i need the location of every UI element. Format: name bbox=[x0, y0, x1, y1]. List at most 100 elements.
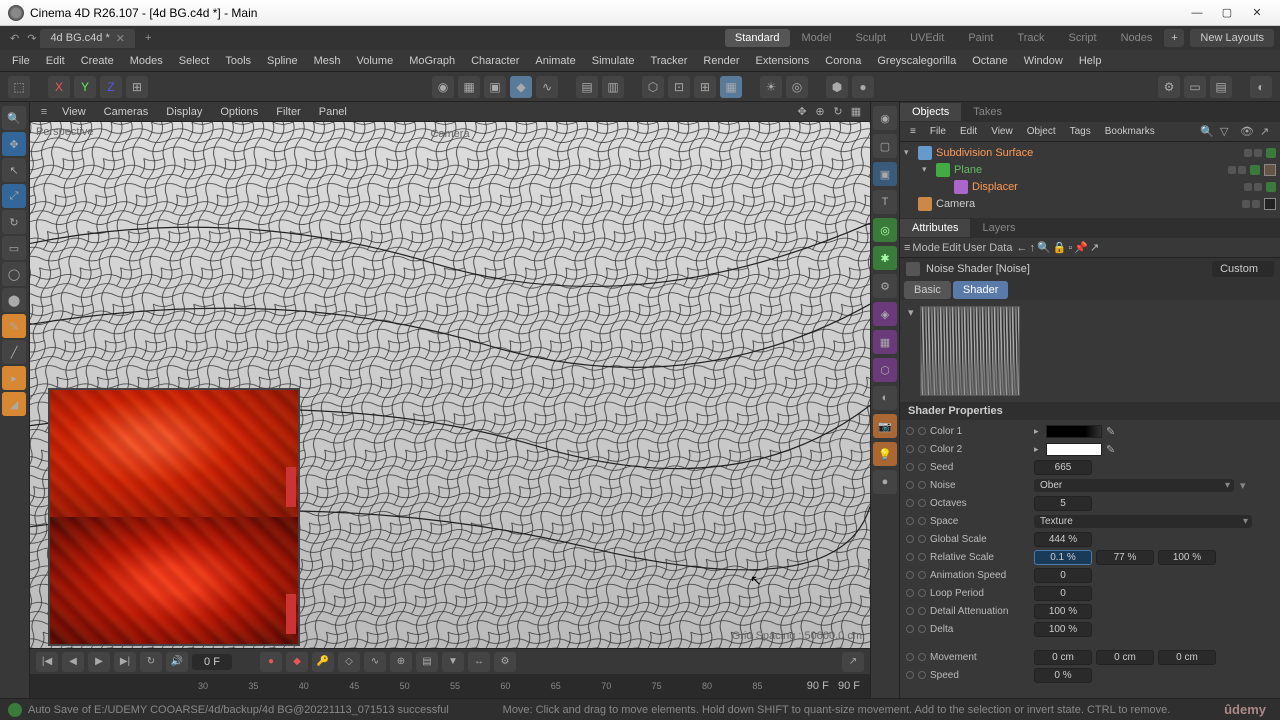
menu-mograph[interactable]: MoGraph bbox=[401, 52, 463, 70]
timeline-loop-icon[interactable]: ↻ bbox=[140, 652, 162, 672]
anim-dot-icon[interactable] bbox=[918, 517, 926, 525]
obj-name[interactable]: Plane bbox=[954, 164, 1224, 176]
search-tool-icon[interactable]: 🔍 bbox=[2, 106, 26, 130]
null-icon[interactable]: ▢ bbox=[873, 134, 897, 158]
camera-tag-icon[interactable] bbox=[1264, 198, 1276, 210]
home-icon[interactable]: ⬚ bbox=[8, 76, 30, 98]
shader-preview-thumbnail[interactable] bbox=[920, 306, 1020, 396]
attr-menu-edit[interactable]: Edit bbox=[942, 242, 961, 254]
render-queue-icon[interactable]: ▤ bbox=[1210, 76, 1232, 98]
global-scale-input[interactable]: 444 % bbox=[1034, 532, 1092, 547]
attr-pin-icon[interactable]: 📌 bbox=[1074, 241, 1088, 254]
layout-script[interactable]: Script bbox=[1056, 32, 1108, 44]
space-dropdown[interactable]: Texture bbox=[1034, 515, 1252, 528]
anim-dot-icon[interactable] bbox=[906, 671, 914, 679]
anim-dot-icon[interactable] bbox=[906, 607, 914, 615]
menu-volume[interactable]: Volume bbox=[349, 52, 402, 70]
coord-system-icon[interactable]: ⊞ bbox=[126, 76, 148, 98]
menu-render[interactable]: Render bbox=[695, 52, 747, 70]
speed-input[interactable]: 0 % bbox=[1034, 668, 1092, 683]
viewport-3d[interactable]: Perspective Camera Grid Spacing : 50000.… bbox=[30, 122, 870, 648]
add-layout-button[interactable]: + bbox=[1164, 29, 1184, 47]
obj-filter-icon[interactable]: ▽ bbox=[1220, 125, 1234, 139]
obj-name[interactable]: Subdivision Surface bbox=[936, 147, 1240, 159]
visibility-check-icon[interactable] bbox=[1266, 182, 1276, 192]
obj-menu-edit[interactable]: Edit bbox=[954, 124, 983, 139]
menu-character[interactable]: Character bbox=[463, 52, 527, 70]
cube-icon[interactable]: ▣ bbox=[484, 76, 506, 98]
anim-dot-icon[interactable] bbox=[906, 625, 914, 633]
detail-input[interactable]: 100 % bbox=[1034, 604, 1092, 619]
timeline-key-icon[interactable]: 🔑 bbox=[312, 652, 334, 672]
camera-tool-icon[interactable]: ◎ bbox=[786, 76, 808, 98]
timeline-prev-icon[interactable]: ◀ bbox=[62, 652, 84, 672]
cloner-icon[interactable]: ⬡ bbox=[873, 358, 897, 382]
obj-menu-tags[interactable]: Tags bbox=[1064, 124, 1097, 139]
deformer-icon[interactable]: ▥ bbox=[602, 76, 624, 98]
render-settings-icon[interactable]: ⚙ bbox=[1158, 76, 1180, 98]
viewport-pan-icon[interactable]: ✥ bbox=[794, 104, 810, 120]
timeline-ruler[interactable]: 30 35 40 45 50 55 60 65 70 75 80 85 90 F… bbox=[30, 674, 870, 698]
attr-lock-icon[interactable]: 🔒 bbox=[1053, 241, 1067, 254]
layout-standard[interactable]: Standard bbox=[725, 29, 790, 47]
primitive-icon[interactable]: ◆ bbox=[510, 76, 532, 98]
deformer-tool-icon[interactable]: ◈ bbox=[873, 302, 897, 326]
subtab-shader[interactable]: Shader bbox=[953, 281, 1008, 299]
generator-tool-icon[interactable]: ▦ bbox=[873, 330, 897, 354]
delta-input[interactable]: 100 % bbox=[1034, 622, 1092, 637]
color2-swatch[interactable] bbox=[1046, 443, 1102, 456]
tab-close-icon[interactable]: ✕ bbox=[116, 32, 125, 45]
timeline-start-icon[interactable]: |◀ bbox=[36, 652, 58, 672]
obj-row-plane[interactable]: ▾ Plane bbox=[904, 161, 1276, 178]
menu-animate[interactable]: Animate bbox=[527, 52, 583, 70]
attr-up-icon[interactable]: ↑ bbox=[1029, 242, 1035, 254]
menu-tracker[interactable]: Tracker bbox=[643, 52, 696, 70]
select-tool-icon[interactable]: ↖ bbox=[2, 158, 26, 182]
anim-dot-icon[interactable] bbox=[918, 427, 926, 435]
material-icon[interactable]: ● bbox=[852, 76, 874, 98]
anim-dot-icon[interactable] bbox=[906, 553, 914, 561]
move-tool-icon[interactable]: ✥ bbox=[2, 132, 26, 156]
attr-hamburger-icon[interactable]: ≡ bbox=[904, 242, 910, 254]
viewport-menu-cameras[interactable]: Cameras bbox=[96, 104, 157, 120]
timeline-motion-icon[interactable]: ⊕ bbox=[390, 652, 412, 672]
field-icon[interactable]: ◎ bbox=[873, 218, 897, 242]
layout-track[interactable]: Track bbox=[1005, 32, 1056, 44]
layout-icon[interactable]: ◐ bbox=[1250, 76, 1272, 98]
menu-greyscalegorilla[interactable]: Greyscalegorilla bbox=[869, 52, 964, 70]
anim-dot-icon[interactable] bbox=[906, 499, 914, 507]
cube-primitive-icon[interactable]: ▣ bbox=[873, 162, 897, 186]
layout-uvedit[interactable]: UVEdit bbox=[898, 32, 956, 44]
text-icon[interactable]: T bbox=[873, 190, 897, 214]
obj-menu-view[interactable]: View bbox=[985, 124, 1019, 139]
menu-octane[interactable]: Octane bbox=[964, 52, 1015, 70]
attr-expand-icon[interactable]: ↗ bbox=[1090, 241, 1099, 254]
anim-dot-icon[interactable] bbox=[906, 589, 914, 597]
anim-dot-icon[interactable] bbox=[906, 535, 914, 543]
new-layouts-button[interactable]: New Layouts bbox=[1190, 29, 1274, 47]
menu-extensions[interactable]: Extensions bbox=[747, 52, 817, 70]
obj-row-subdivision[interactable]: ▾ Subdivision Surface bbox=[904, 144, 1276, 161]
knife-tool-icon[interactable]: ✎ bbox=[2, 314, 26, 338]
tab-attributes[interactable]: Attributes bbox=[900, 219, 970, 237]
viewport-menu-display[interactable]: Display bbox=[158, 104, 210, 120]
lasso-tool-icon[interactable]: ◯ bbox=[2, 262, 26, 286]
obj-search-icon[interactable]: 🔍 bbox=[1200, 125, 1214, 139]
tag-icon[interactable]: ⬢ bbox=[826, 76, 848, 98]
timeline-autokey-icon[interactable]: ◆ bbox=[286, 652, 308, 672]
menu-window[interactable]: Window bbox=[1016, 52, 1071, 70]
loop-input[interactable]: 0 bbox=[1034, 586, 1092, 601]
volume-icon[interactable]: ◐ bbox=[873, 386, 897, 410]
menu-create[interactable]: Create bbox=[73, 52, 122, 70]
obj-menu-object[interactable]: Object bbox=[1021, 124, 1062, 139]
obj-hamburger-icon[interactable]: ≡ bbox=[904, 124, 922, 139]
visibility-check-icon[interactable] bbox=[1250, 165, 1260, 175]
timeline-range-icon[interactable]: ↔ bbox=[468, 652, 490, 672]
noise-dropdown[interactable]: Ober bbox=[1034, 479, 1234, 492]
menu-spline[interactable]: Spline bbox=[259, 52, 306, 70]
anim-dot-icon[interactable] bbox=[906, 463, 914, 471]
attr-menu-userdata[interactable]: User Data bbox=[963, 242, 1013, 254]
movement-z-input[interactable]: 0 cm bbox=[1158, 650, 1216, 665]
document-tab[interactable]: 4d BG.c4d * ✕ bbox=[40, 29, 135, 48]
anim-speed-input[interactable]: 0 bbox=[1034, 568, 1092, 583]
